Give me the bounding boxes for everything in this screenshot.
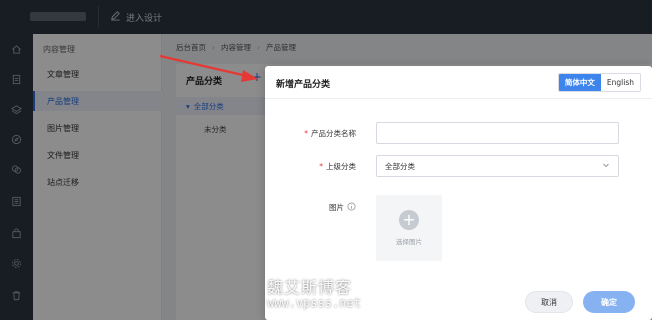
required-mark: *	[319, 162, 323, 171]
lang-option-en[interactable]: English	[600, 74, 640, 91]
language-switch: 简体中文 English	[557, 73, 641, 92]
category-name-label-text: 产品分类名称	[311, 129, 356, 138]
parent-category-select[interactable]: 全部分类	[376, 155, 619, 177]
image-uploader[interactable]: + 选择图片	[376, 195, 442, 261]
dialog-title: 新增产品分类	[276, 80, 331, 90]
parent-category-value: 全部分类	[385, 161, 415, 171]
cancel-button[interactable]: 取消	[525, 291, 573, 313]
info-icon[interactable]	[347, 202, 356, 213]
upload-text: 选择图片	[396, 238, 422, 246]
parent-category-label-text: 上级分类	[326, 162, 356, 171]
watermark: 魏艾斯博客 www.vpsss.net	[267, 278, 361, 311]
plus-icon: +	[399, 210, 419, 230]
watermark-title: 魏艾斯博客	[267, 278, 353, 297]
required-mark: *	[304, 129, 308, 138]
category-name-label: * 产品分类名称	[304, 128, 356, 139]
parent-category-label: * 上级分类	[319, 161, 356, 172]
image-label: 图片	[329, 202, 356, 213]
confirm-button[interactable]: 确定	[583, 291, 635, 313]
dialog-header: 新增产品分类 简体中文 English	[265, 66, 652, 99]
watermark-url: www.vpsss.net	[267, 296, 361, 311]
chevron-down-icon	[602, 161, 610, 171]
lang-option-zh[interactable]: 简体中文	[558, 74, 601, 91]
category-name-input[interactable]	[376, 122, 619, 144]
image-label-text: 图片	[329, 203, 344, 212]
